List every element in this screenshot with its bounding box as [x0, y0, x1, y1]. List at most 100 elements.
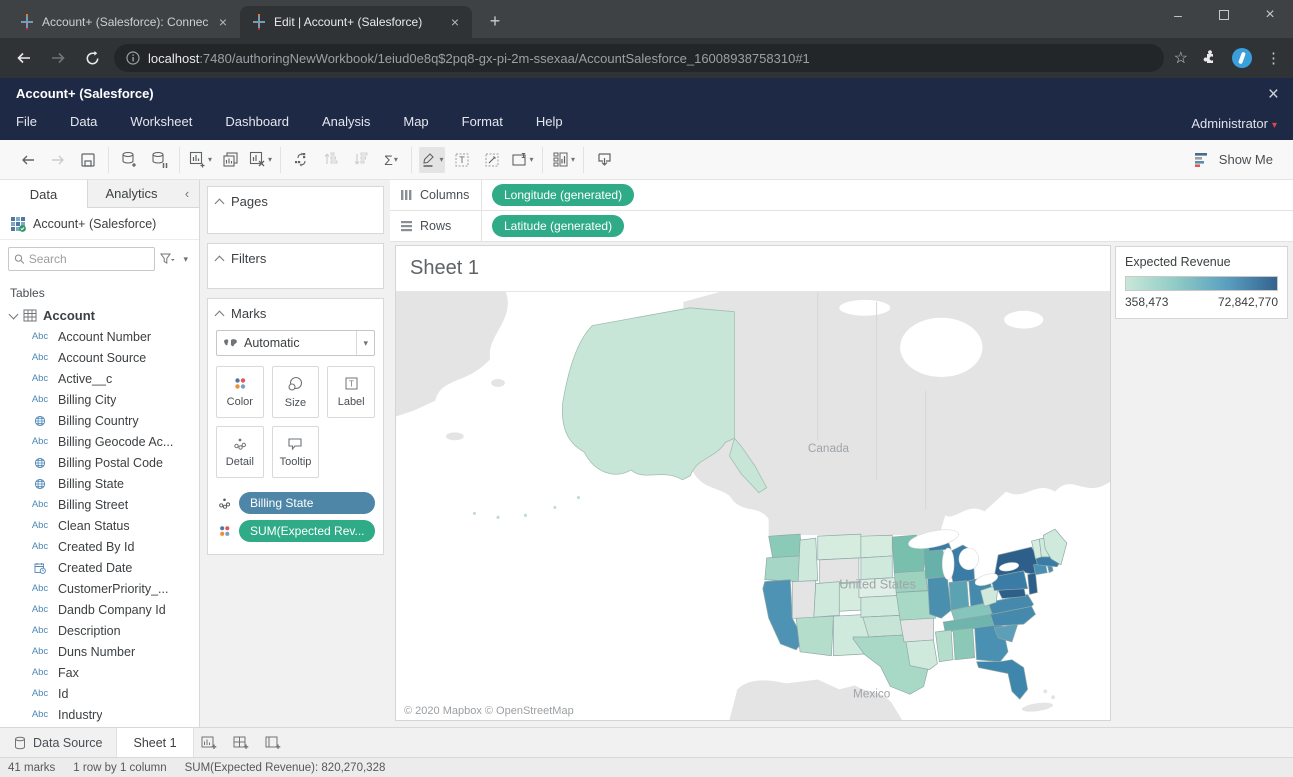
- pill-longitude[interactable]: Longitude (generated): [492, 184, 634, 206]
- sheet1-tab[interactable]: Sheet 1: [117, 728, 193, 757]
- state-KS[interactable]: [861, 595, 900, 617]
- pause-auto-updates-icon[interactable]: [146, 147, 172, 173]
- field-billing-country[interactable]: Billing Country: [0, 410, 199, 431]
- detail-button[interactable]: Detail: [216, 426, 264, 478]
- show-me-button[interactable]: Show Me: [1194, 152, 1285, 167]
- label-button[interactable]: T Label: [327, 366, 375, 418]
- menu-dashboard[interactable]: Dashboard: [225, 110, 289, 133]
- url-field[interactable]: localhost:7480/authoringNewWorkbook/1eiu…: [114, 44, 1164, 72]
- rows-shelf[interactable]: Rows Latitude (generated): [390, 211, 1293, 242]
- state-AZ[interactable]: [796, 616, 833, 656]
- profile-avatar[interactable]: [1232, 48, 1252, 68]
- collapse-card-icon[interactable]: [215, 255, 225, 265]
- close-window-icon[interactable]: ×: [1247, 0, 1293, 30]
- state-OK[interactable]: [863, 615, 904, 637]
- state-NV[interactable]: [792, 581, 816, 621]
- field-created-by-id[interactable]: AbcCreated By Id: [0, 536, 199, 557]
- extensions-puzzle-icon[interactable]: [1202, 50, 1218, 66]
- menu-format[interactable]: Format: [462, 110, 503, 133]
- field-billing-street[interactable]: AbcBilling Street: [0, 494, 199, 515]
- fit-selector-icon[interactable]: ▾: [509, 147, 535, 173]
- user-menu[interactable]: Administrator▾: [1191, 116, 1277, 131]
- state-IL[interactable]: [928, 577, 952, 619]
- field-active-c[interactable]: AbcActive__c: [0, 368, 199, 389]
- totals-icon[interactable]: Σ▾: [378, 147, 404, 173]
- state-MT[interactable]: [818, 534, 861, 560]
- sort-ascending-icon[interactable]: [318, 147, 344, 173]
- field-account-number[interactable]: AbcAccount Number: [0, 326, 199, 347]
- tab-close-icon[interactable]: ×: [216, 14, 230, 30]
- state-WA[interactable]: [769, 534, 802, 558]
- menu-help[interactable]: Help: [536, 110, 563, 133]
- field-created-date[interactable]: Created Date: [0, 557, 199, 578]
- field-customer-priority[interactable]: AbcCustomerPriority_...: [0, 578, 199, 599]
- close-authoring-icon[interactable]: ×: [1268, 84, 1279, 106]
- map-view[interactable]: Canada United States Mexico © 2020 Mapbo…: [396, 292, 1110, 720]
- collapse-card-icon[interactable]: [215, 198, 225, 208]
- field-dandb-company-id[interactable]: AbcDandb Company Id: [0, 599, 199, 620]
- table-account[interactable]: Account: [0, 305, 199, 326]
- reload-icon[interactable]: [80, 46, 104, 70]
- save-icon[interactable]: [75, 147, 101, 173]
- pill-latitude[interactable]: Latitude (generated): [492, 215, 624, 237]
- color-legend[interactable]: Expected Revenue 358,473 72,842,770: [1115, 246, 1288, 319]
- menu-map[interactable]: Map: [403, 110, 428, 133]
- maximize-icon[interactable]: [1201, 0, 1247, 30]
- field-duns-number[interactable]: AbcDuns Number: [0, 641, 199, 662]
- state-IN[interactable]: [949, 581, 969, 611]
- color-button[interactable]: Color: [216, 366, 264, 418]
- state-AR[interactable]: [900, 618, 933, 642]
- browser-menu-icon[interactable]: ⋮: [1266, 49, 1281, 67]
- columns-shelf[interactable]: Columns Longitude (generated): [390, 180, 1293, 211]
- undo-icon[interactable]: [15, 147, 41, 173]
- legend-gradient-bar[interactable]: [1125, 276, 1278, 291]
- field-clean-status[interactable]: AbcClean Status: [0, 515, 199, 536]
- collapse-card-icon[interactable]: [215, 310, 225, 320]
- field-fax[interactable]: AbcFax: [0, 662, 199, 683]
- pane-options-caret-icon[interactable]: ▾: [180, 254, 191, 265]
- menu-file[interactable]: File: [16, 110, 37, 133]
- menu-data[interactable]: Data: [70, 110, 97, 133]
- new-dashboard-tab-icon[interactable]: [226, 728, 258, 757]
- presentation-mode-icon[interactable]: [591, 147, 617, 173]
- highlight-icon[interactable]: ▾: [419, 147, 445, 173]
- datasource-row[interactable]: Account+ (Salesforce): [0, 208, 199, 240]
- new-datasource-icon[interactable]: [116, 147, 142, 173]
- show-hide-cards-icon[interactable]: ▾: [550, 147, 576, 173]
- new-worksheet-icon[interactable]: ▾: [187, 147, 213, 173]
- duplicate-sheet-icon[interactable]: [217, 147, 243, 173]
- browser-tab-edit[interactable]: Edit | Account+ (Salesforce) ×: [240, 6, 472, 38]
- tab-analytics[interactable]: Analytics: [88, 180, 175, 208]
- filter-fields-icon[interactable]: [160, 253, 175, 265]
- filters-card[interactable]: Filters: [207, 243, 384, 289]
- field-billing-state[interactable]: Billing State: [0, 473, 199, 494]
- swap-rows-columns-icon[interactable]: [288, 147, 314, 173]
- clear-sheet-icon[interactable]: ▾: [247, 147, 273, 173]
- collapse-pane-icon[interactable]: ‹: [175, 180, 199, 208]
- field-id[interactable]: AbcId: [0, 683, 199, 704]
- field-description[interactable]: AbcDescription: [0, 620, 199, 641]
- tooltip-button[interactable]: Tooltip: [272, 426, 320, 478]
- datasource-tab[interactable]: Data Source: [0, 728, 117, 757]
- minimize-icon[interactable]: –: [1155, 0, 1201, 30]
- pages-card[interactable]: Pages: [207, 186, 384, 234]
- page-info-icon[interactable]: [126, 51, 140, 65]
- size-button[interactable]: Size: [272, 366, 320, 418]
- tab-data[interactable]: Data: [0, 180, 88, 208]
- state-ID[interactable]: [798, 538, 818, 581]
- search-input[interactable]: [29, 252, 150, 266]
- pill-billing-state[interactable]: Billing State: [239, 492, 375, 514]
- state-OR[interactable]: [765, 556, 800, 582]
- new-worksheet-tab-icon[interactable]: [194, 728, 226, 757]
- field-account-source[interactable]: AbcAccount Source: [0, 347, 199, 368]
- forward-icon[interactable]: [46, 46, 70, 70]
- menu-worksheet[interactable]: Worksheet: [130, 110, 192, 133]
- state-AK[interactable]: [562, 308, 734, 480]
- mark-labels-icon[interactable]: T: [449, 147, 475, 173]
- sort-descending-icon[interactable]: [348, 147, 374, 173]
- menu-analysis[interactable]: Analysis: [322, 110, 370, 133]
- state-ND[interactable]: [861, 535, 892, 558]
- field-billing-geocode[interactable]: AbcBilling Geocode Ac...: [0, 431, 199, 452]
- new-story-tab-icon[interactable]: [258, 728, 290, 757]
- tab-close-icon[interactable]: ×: [448, 14, 462, 30]
